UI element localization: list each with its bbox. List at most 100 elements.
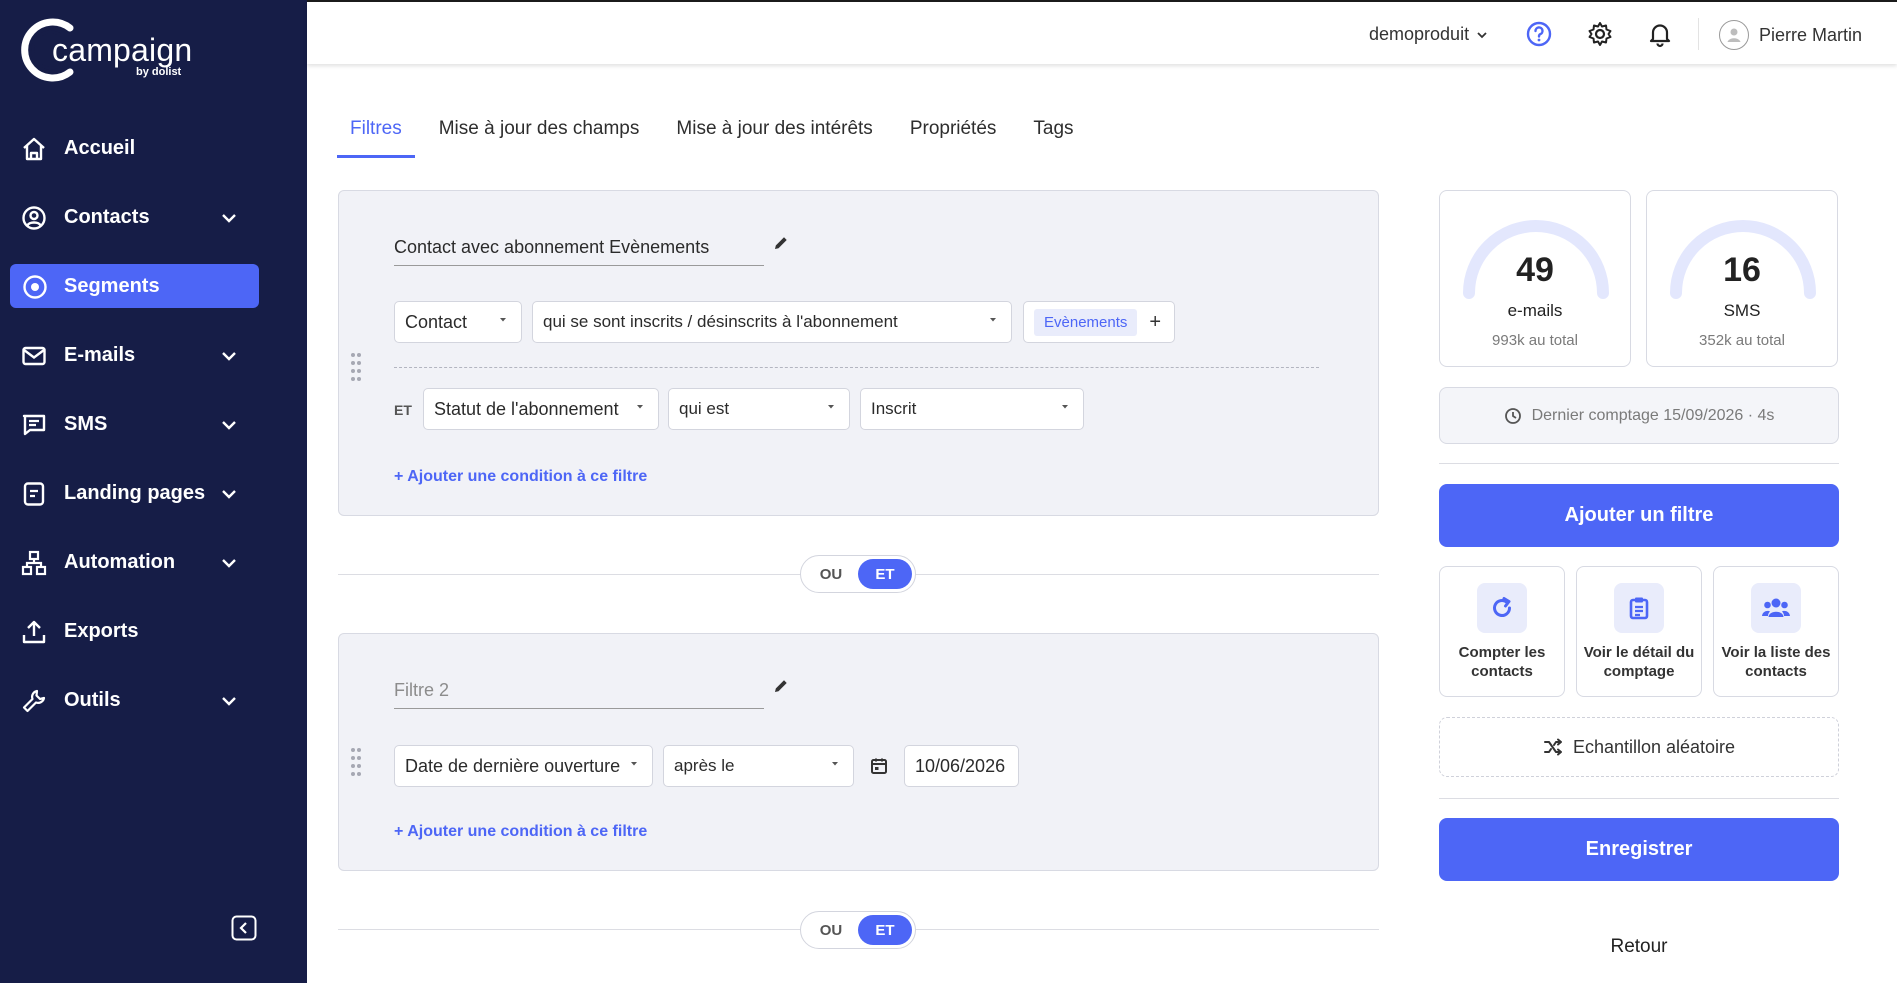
subscription-chip[interactable]: Evènements [1034,308,1138,336]
panel-divider [1439,463,1839,464]
filter-type-value: Contact [405,311,468,332]
filter-card-1: Contact avec abonnement Evènements Conta… [338,190,1379,516]
target-icon [23,275,47,299]
chevron-down-icon[interactable] [218,483,240,505]
pencil-icon[interactable] [772,677,790,695]
drag-handle-icon[interactable] [349,746,363,782]
subcondition-field-select[interactable]: Statut de l'abonnement [423,388,659,430]
subcondition-value-select[interactable]: Inscrit [860,388,1084,430]
logic-switch-2[interactable]: OU ET [800,911,916,949]
sidebar-item-segments[interactable]: Segments [10,264,259,308]
bell-icon[interactable] [1646,20,1674,48]
tab-filtres[interactable]: Filtres [337,116,415,158]
and-option[interactable]: ET [858,915,912,945]
random-sample-label: Echantillon aléatoire [1572,736,1736,757]
filter-name-input[interactable]: Contact avec abonnement Evènements [394,237,764,266]
topbar-divider [1698,18,1699,50]
add-tag-icon[interactable]: + [1149,311,1161,334]
pencil-icon[interactable] [772,234,790,252]
shuffle-icon [1543,738,1562,756]
message-icon [22,414,46,436]
chevron-down-icon[interactable] [218,690,240,712]
avatar [1719,20,1749,50]
filter-operator-value: après le [674,756,735,775]
org-selector[interactable]: demoproduit [1369,24,1489,45]
subcondition-operator-value: qui est [679,399,730,418]
caret-down-icon [832,762,838,766]
filter-name-input[interactable]: Filtre 2 [394,680,764,709]
filter-field-value: Date de dernière ouverture [405,755,621,776]
filter-type-select[interactable]: Contact [394,301,522,343]
save-button[interactable]: Enregistrer [1439,818,1839,881]
back-link[interactable]: Retour [1439,936,1839,958]
sidebar-item-landing-pages[interactable]: Landing pages [0,471,307,515]
tab-mise-a-jour-interets[interactable]: Mise à jour des intérêts [663,116,885,158]
filter-condition-select[interactable]: qui se sont inscrits / désinscrits à l'a… [532,301,1012,343]
last-count-text: Dernier comptage 15/09/2026 · 4s [1531,406,1775,424]
caret-down-icon [631,762,637,766]
add-filter-button[interactable]: Ajouter un filtre [1439,484,1839,547]
tab-tags[interactable]: Tags [1020,116,1086,158]
add-condition-link[interactable]: + Ajouter une condition à ce filtre [394,823,647,841]
filter-card-2: Filtre 2 Date de dernière ouverture aprè… [338,633,1379,871]
subcondition-field-value: Statut de l'abonnement [434,398,619,419]
sms-total: 352k au total [1699,332,1785,349]
org-name: demoproduit [1369,24,1470,44]
drag-handle-icon[interactable] [349,351,363,387]
chevron-down-icon [1477,31,1487,38]
emails-total: 993k au total [1492,332,1578,349]
random-sample-button[interactable]: Echantillon aléatoire [1439,717,1839,777]
chevron-down-icon[interactable] [218,414,240,436]
subcondition-value: Inscrit [871,399,917,418]
campaign-logo[interactable]: campaign by dolist [18,14,218,86]
sms-count: 16 [1723,251,1761,289]
contact-list-button[interactable]: Voir la liste des contacts [1713,566,1839,697]
caret-down-icon [637,405,643,409]
clipboard-icon [1629,597,1649,620]
count-contacts-button[interactable]: Compter les contacts [1439,566,1565,697]
count-icon-box [1477,583,1527,633]
refresh-icon [1493,597,1511,617]
tab-mise-a-jour-champs[interactable]: Mise à jour des champs [426,116,653,158]
sidebar-item-exports[interactable]: Exports [0,609,307,653]
subscription-tag-field[interactable]: Evènements + [1023,301,1175,343]
chevron-down-icon[interactable] [218,345,240,367]
contact-list-label: Voir la liste des contacts [1721,644,1831,680]
collapse-sidebar-icon[interactable] [231,915,257,941]
subcondition-operator-select[interactable]: qui est [668,388,850,430]
sidebar-item-emails[interactable]: E-mails [0,333,307,377]
sidebar-item-sms[interactable]: SMS [0,402,307,446]
add-condition-link[interactable]: + Ajouter une condition à ce filtre [394,468,647,486]
chevron-down-icon[interactable] [218,207,240,229]
page-icon [23,482,45,506]
chevron-down-icon[interactable] [218,552,240,574]
date-value: 10/06/2026 [915,755,1006,776]
tab-proprietes[interactable]: Propriétés [897,116,1010,158]
or-option[interactable]: OU [804,915,858,945]
date-input[interactable]: 10/06/2026 [904,745,1019,787]
sidebar-item-label: Contacts [64,205,150,228]
clock-icon [1504,407,1521,424]
sidebar-item-accueil[interactable]: Accueil [0,126,307,170]
user-menu[interactable]: Pierre Martin [1719,20,1862,50]
logic-switch-1[interactable]: OU ET [800,555,916,593]
count-detail-button[interactable]: Voir le détail du comptage [1576,566,1702,697]
filter-field-select[interactable]: Date de dernière ouverture [394,745,653,787]
home-icon [23,137,45,161]
workflow-icon [21,550,47,576]
and-option[interactable]: ET [858,559,912,589]
calendar-icon[interactable] [869,756,889,776]
or-option[interactable]: OU [804,559,858,589]
sms-count-card: 16 SMS 352k au total [1646,190,1838,367]
sidebar-item-contacts[interactable]: Contacts [0,195,307,239]
filter-operator-select[interactable]: après le [663,745,854,787]
gear-icon[interactable] [1586,20,1614,48]
caret-down-icon [500,318,506,322]
caret-down-icon [990,318,996,322]
wrench-icon [22,689,46,713]
segment-tabs: Filtres Mise à jour des champs Mise à jo… [337,116,1098,158]
sidebar-item-outils[interactable]: Outils [0,678,307,722]
help-icon[interactable] [1525,20,1553,48]
sidebar-item-automation[interactable]: Automation [0,540,307,584]
sidebar-item-label: Landing pages [64,481,206,504]
